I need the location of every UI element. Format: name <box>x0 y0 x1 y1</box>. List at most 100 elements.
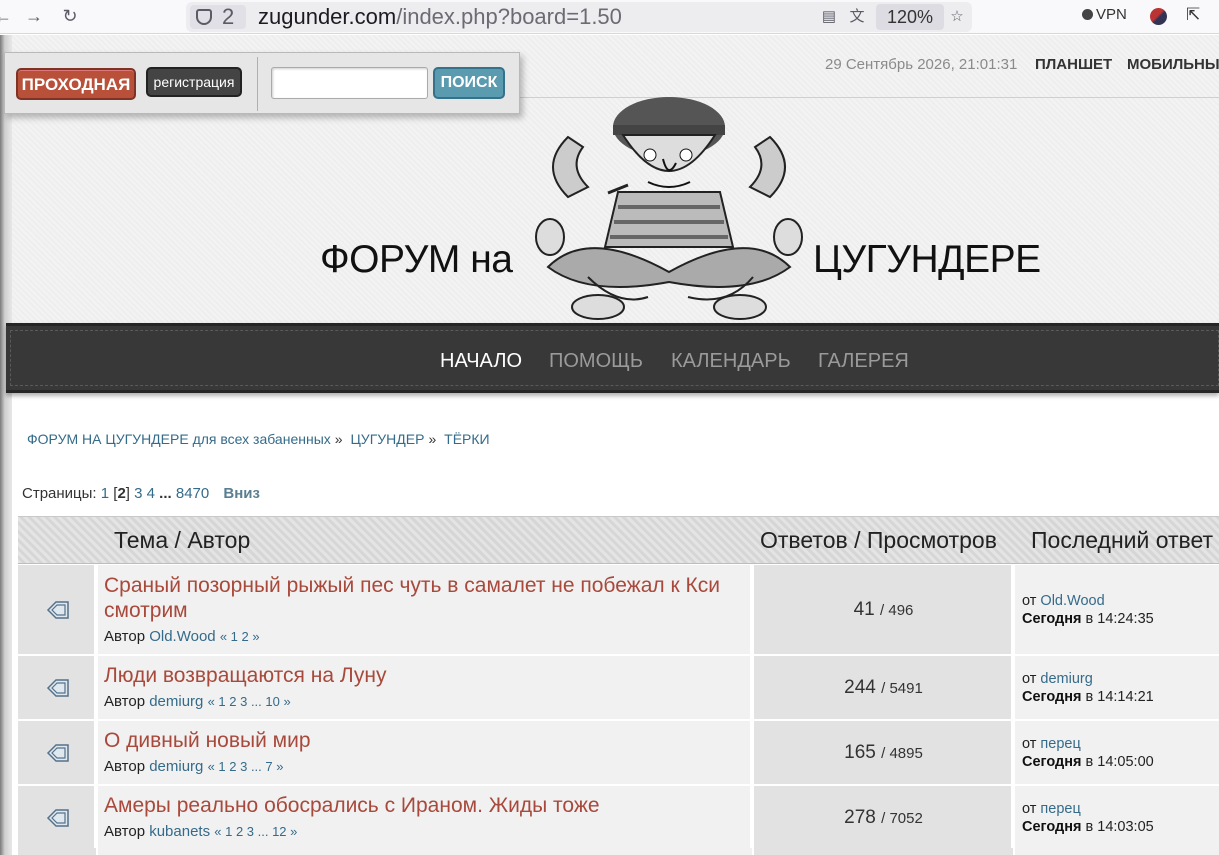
topic-stats: 278 / 7052 <box>844 807 923 828</box>
nav-help[interactable]: ПОМОЩЬ <box>549 350 643 373</box>
profile-avatar[interactable] <box>1150 8 1167 25</box>
current-datetime: 29 Сентябрь 2026, 21:01:31 <box>825 56 1018 73</box>
vpn-status-icon <box>1082 9 1093 20</box>
topic-pages[interactable]: « 1 2 3 ... 7 » <box>208 759 284 774</box>
author-link[interactable]: kubanets <box>149 823 210 840</box>
main-nav: НАЧАЛО ПОМОЩЬ КАЛЕНДАРЬ ГАЛЕРЕЯ <box>6 323 1219 393</box>
last-poster-link[interactable]: перец <box>1040 801 1080 817</box>
topic-icon <box>46 809 69 827</box>
nav-calendar[interactable]: КАЛЕНДАРЬ <box>671 350 791 373</box>
url-text[interactable]: zugunder.com/index.php?board=1.50 <box>258 4 622 30</box>
topic-stats: 165 / 4895 <box>844 742 923 763</box>
reader-icon[interactable]: ▤ <box>820 8 838 26</box>
row-last-cell: от перец Сегодня в 14:03:05 <box>1015 786 1219 849</box>
row-stats-cell: 244 / 5491 <box>754 656 1013 719</box>
page-left-edge <box>0 35 12 855</box>
row-stats-cell: 165 / 4895 <box>754 721 1013 784</box>
zoom-level[interactable]: 120% <box>876 4 944 30</box>
reload-icon[interactable]: ↻ <box>57 4 83 28</box>
last-post-info: от Old.Wood Сегодня в 14:24:35 <box>1022 593 1154 627</box>
address-bar[interactable]: 2 zugunder.com/index.php?board=1.50 ▤ 文 … <box>186 2 972 32</box>
topic-title[interactable]: Люди возвращаются на Луну <box>104 663 749 688</box>
row-topic-cell: О дивный новый мир Автор demiurg « 1 2 3… <box>98 721 752 784</box>
breadcrumb-category[interactable]: ЦУГУНДЕР <box>350 431 424 447</box>
login-button[interactable]: ПРОХОДНАЯ <box>16 68 136 100</box>
row-last-cell: от demiurg Сегодня в 14:14:21 <box>1015 656 1219 719</box>
row-topic-cell: Сраный позорный рыжый пес чуть в самалет… <box>98 565 752 654</box>
page-current: 2 <box>117 485 126 502</box>
row-topic-cell: Амеры реально обосрались с Ираном. Жиды … <box>98 786 752 849</box>
table-row: О дивный новый мир Автор demiurg « 1 2 3… <box>18 721 1219 785</box>
forward-icon[interactable]: → <box>21 4 47 28</box>
shield-icon <box>196 9 212 25</box>
topic-stats: 41 / 496 <box>853 599 914 620</box>
star-icon[interactable]: ☆ <box>948 8 966 26</box>
page-link-4[interactable]: 4 <box>147 485 155 502</box>
logo-title-left: ФОРУМ на <box>320 238 513 281</box>
vpn-button[interactable]: VPN <box>1082 6 1127 23</box>
topic-title[interactable]: Сраный позорный рыжый пес чуть в самалет… <box>104 573 749 623</box>
table-row: Люди возвращаются на Луну Автор demiurg … <box>18 656 1219 720</box>
header-topic[interactable]: Тема / Автор <box>114 527 250 554</box>
topic-title[interactable]: О дивный новый мир <box>104 728 749 753</box>
row-stats-cell: 41 / 496 <box>754 565 1013 654</box>
row-icon-cell <box>18 565 96 654</box>
page-link-1[interactable]: 1 <box>101 485 109 502</box>
last-post-info: от перец Сегодня в 14:03:05 <box>1022 801 1154 835</box>
last-poster-link[interactable]: Old.Wood <box>1040 593 1104 609</box>
last-post-info: от demiurg Сегодня в 14:14:21 <box>1022 671 1154 705</box>
table-row: Сраный позорный рыжый пес чуть в самалет… <box>18 565 1219 655</box>
search-input[interactable] <box>271 67 428 99</box>
topic-pages[interactable]: « 1 2 3 ... 10 » <box>208 694 291 709</box>
table-header: Тема / Автор Ответов / Просмотров Послед… <box>18 516 1219 564</box>
page-link-3[interactable]: 3 <box>134 485 142 502</box>
go-down-link[interactable]: Вниз <box>223 485 260 502</box>
nav-home[interactable]: НАЧАЛО <box>440 350 522 373</box>
row-icon-cell <box>18 656 96 719</box>
row-last-cell: от перец Сегодня в 14:05:00 <box>1015 721 1219 784</box>
last-poster-link[interactable]: demiurg <box>1040 671 1092 687</box>
browser-toolbar: ← → ↻ 2 zugunder.com/index.php?board=1.5… <box>0 0 1219 34</box>
row-topic-cell: Люди возвращаются на Луну Автор demiurg … <box>98 656 752 719</box>
breadcrumb-board[interactable]: ТЁРКИ <box>444 431 489 447</box>
topic-pages[interactable]: « 1 2 3 ... 12 » <box>214 824 297 839</box>
author-link[interactable]: Old.Wood <box>149 628 215 645</box>
topic-pages[interactable]: « 1 2 » <box>220 629 260 644</box>
row-last-cell: от Old.Wood Сегодня в 14:24:35 <box>1015 565 1219 654</box>
last-post-info: от перец Сегодня в 14:05:00 <box>1022 736 1154 770</box>
nav-gallery[interactable]: ГАЛЕРЕЯ <box>818 350 909 373</box>
tab-count-badge[interactable]: 2 <box>190 5 246 29</box>
topic-author: Автор demiurg « 1 2 3 ... 10 » <box>104 693 291 710</box>
author-link[interactable]: demiurg <box>149 758 203 775</box>
translate-icon[interactable]: 文 <box>848 8 866 26</box>
topic-author: Автор demiurg « 1 2 3 ... 7 » <box>104 758 284 775</box>
topic-author: Автор kubanets « 1 2 3 ... 12 » <box>104 823 298 840</box>
header-last-post[interactable]: Последний ответ <box>1031 527 1213 554</box>
header-stats[interactable]: Ответов / Просмотров <box>760 527 997 554</box>
author-link[interactable]: demiurg <box>149 693 203 710</box>
search-button[interactable]: ПОИСК <box>433 67 505 99</box>
logo-title-right: ЦУГУНДЕРЕ <box>813 238 1041 281</box>
table-row-partial <box>18 848 1219 855</box>
panel-divider <box>257 57 258 111</box>
row-stats-cell: 278 / 7052 <box>754 786 1013 849</box>
mobile-link[interactable]: МОБИЛЬНЫ <box>1127 56 1219 73</box>
forum-mascot-logo <box>535 97 803 320</box>
tablet-link[interactable]: ПЛАНШЕТ <box>1035 56 1112 73</box>
register-button[interactable]: регистрация <box>146 67 242 97</box>
topic-stats: 244 / 5491 <box>844 677 923 698</box>
table-row: Амеры реально обосрались с Ираном. Жиды … <box>18 786 1219 850</box>
topic-icon <box>46 601 69 619</box>
page-link-last[interactable]: 8470 <box>176 485 209 502</box>
login-panel: ПРОХОДНАЯ регистрация ПОИСК <box>4 52 520 114</box>
topic-author: Автор Old.Wood « 1 2 » <box>104 628 260 645</box>
breadcrumb-forum[interactable]: ФОРУМ НА ЦУГУНДЕРЕ для всех забаненных <box>27 431 331 447</box>
last-poster-link[interactable]: перец <box>1040 736 1080 752</box>
row-icon-cell <box>18 721 96 784</box>
topic-title[interactable]: Амеры реально обосрались с Ираном. Жиды … <box>104 793 749 818</box>
extensions-icon[interactable]: ⇱ <box>1186 5 1200 25</box>
topic-icon <box>46 744 69 762</box>
row-icon-cell <box>18 786 96 849</box>
back-icon[interactable]: ← <box>0 4 16 28</box>
pagination: Страницы: 1 [2] 3 4 ... 8470 Вниз <box>22 485 260 502</box>
